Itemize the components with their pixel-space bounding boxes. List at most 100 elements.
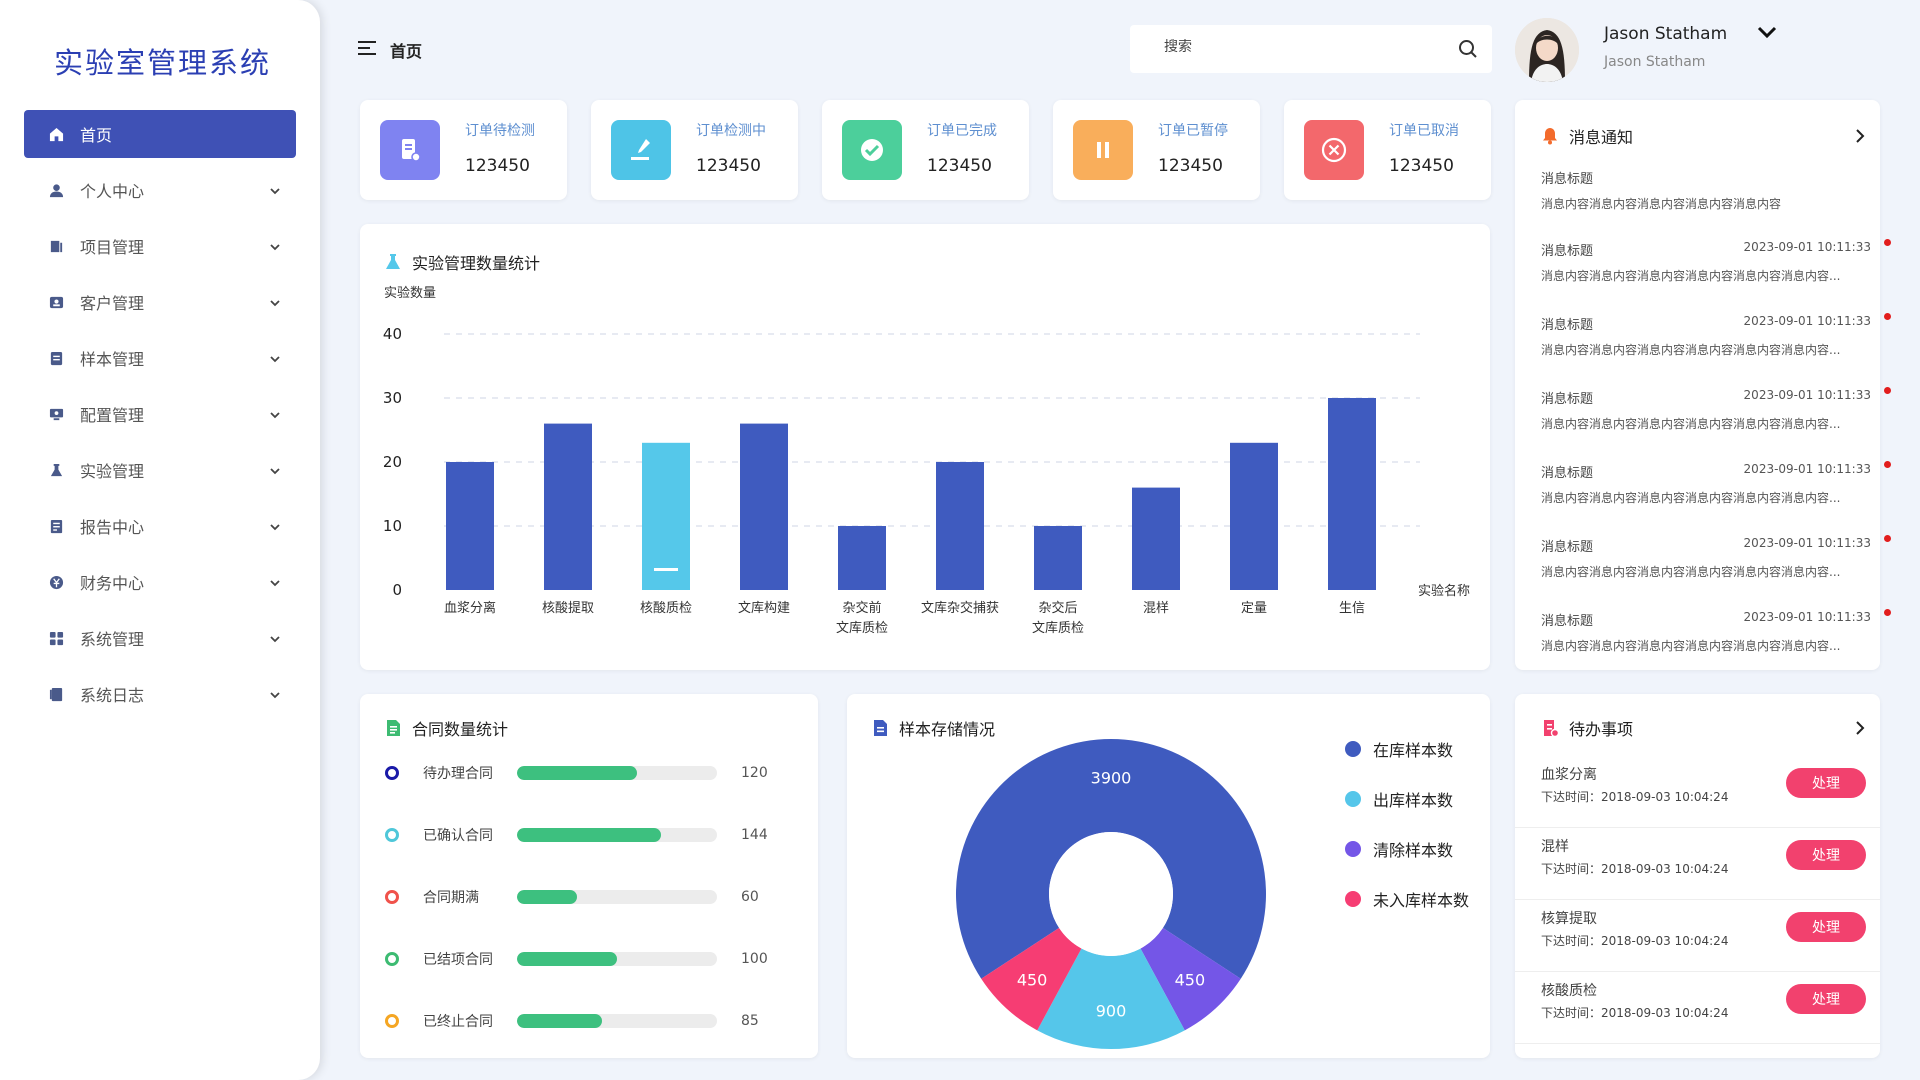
todo-item-title: 血浆分离: [1541, 767, 1597, 783]
sidebar-item-6[interactable]: 实验管理: [24, 446, 296, 494]
sidebar-item-label: 报告中心: [80, 518, 145, 537]
flask-icon: [48, 462, 64, 478]
avatar[interactable]: [1515, 18, 1579, 82]
message-item[interactable]: 消息标题 2023-09-01 10:11:33 消息内容消息内容消息内容消息内容消…: [1541, 387, 1891, 432]
sidebar-item-9[interactable]: 系统管理: [24, 614, 296, 662]
message-item[interactable]: 消息标题 2023-09-01 10:11:33 消息内容消息内容消息内容消息内容消…: [1541, 461, 1891, 506]
legend-item[interactable]: 在库样本数: [1345, 737, 1453, 761]
chevron-down-icon: [268, 687, 282, 701]
bar[interactable]: [740, 423, 788, 590]
status-ring-icon: [385, 890, 399, 904]
sidebar-item-0[interactable]: 首页: [24, 110, 296, 158]
message-body: 消息内容消息内容消息内容消息内容消息内容消息内容...: [1541, 639, 1841, 653]
sidebar-item-label: 财务中心: [80, 574, 145, 593]
message-body: 消息内容消息内容消息内容消息内容消息内容消息内容...: [1541, 565, 1841, 579]
bar[interactable]: [544, 423, 592, 590]
x-tick-label: 文库质检: [1032, 620, 1084, 636]
message-body: 消息内容消息内容消息内容消息内容消息内容消息内容...: [1541, 417, 1841, 431]
contract-label: 待办理合同: [423, 766, 493, 782]
bar[interactable]: [642, 442, 690, 590]
x-tick-label: 核酸提取: [542, 600, 594, 616]
stat-value: 123450: [1158, 156, 1223, 176]
chevron-right-icon[interactable]: [1855, 128, 1865, 144]
contract-progress-track: [517, 890, 717, 904]
todo-item-time: 下达时间：2018-09-03 10:04:24: [1541, 862, 1729, 876]
message-item[interactable]: 消息标题 2023-09-01 10:11:33 消息内容消息内容消息内容消息内容消…: [1541, 609, 1891, 654]
user-subtitle: Jason Statham: [1604, 54, 1706, 70]
chevron-right-icon[interactable]: [1855, 720, 1865, 736]
x-axis-label: 实验名称: [1418, 583, 1470, 599]
contract-progress-fill: [517, 890, 577, 904]
search-input[interactable]: [1164, 39, 1434, 55]
bar[interactable]: [1230, 442, 1278, 590]
sidebar-item-10[interactable]: 系统日志: [24, 670, 296, 718]
contracts-title-wrap: 合同数量统计: [384, 716, 508, 740]
message-body: 消息内容消息内容消息内容消息内容消息内容消息内容...: [1541, 491, 1841, 505]
process-button[interactable]: 处理: [1786, 768, 1866, 798]
messages-title: 消息通知: [1569, 128, 1634, 147]
sidebar-item-7[interactable]: 报告中心: [24, 502, 296, 550]
search-box: [1130, 25, 1492, 73]
check-icon: [842, 120, 902, 180]
stat-card[interactable]: 订单检测中 123450: [591, 100, 798, 200]
legend-dot: [1345, 791, 1361, 807]
process-button[interactable]: 处理: [1786, 912, 1866, 942]
legend-item[interactable]: 出库样本数: [1345, 787, 1453, 811]
stat-card[interactable]: 订单已暂停 123450: [1053, 100, 1260, 200]
message-item[interactable]: 消息标题 2023-09-01 10:11:33 消息内容消息内容消息内容消息内容消…: [1541, 239, 1891, 284]
bar[interactable]: [936, 462, 984, 590]
sidebar-item-8[interactable]: 财务中心: [24, 558, 296, 606]
sidebar-item-4[interactable]: 样本管理: [24, 334, 296, 382]
menu-icon[interactable]: [358, 40, 376, 56]
message-item[interactable]: 消息标题 消息内容消息内容消息内容消息内容消息内容: [1541, 168, 1871, 212]
sidebar-item-2[interactable]: 项目管理: [24, 222, 296, 270]
message-item[interactable]: 消息标题 2023-09-01 10:11:33 消息内容消息内容消息内容消息内容消…: [1541, 313, 1891, 358]
bar[interactable]: [1328, 398, 1376, 590]
config-icon: [48, 406, 64, 422]
message-time: 2023-09-01 10:11:33: [1743, 314, 1871, 328]
message-time: 2023-09-01 10:11:33: [1743, 240, 1871, 254]
message-body: 消息内容消息内容消息内容消息内容消息内容消息内容...: [1541, 269, 1841, 283]
sidebar-item-5[interactable]: 配置管理: [24, 390, 296, 438]
legend-item[interactable]: 清除样本数: [1345, 837, 1453, 861]
contracts-title: 合同数量统计: [412, 720, 509, 739]
x-tick-label: 血浆分离: [444, 600, 496, 616]
status-ring-icon: [385, 828, 399, 842]
user-name: Jason Statham: [1604, 24, 1728, 44]
chevron-down-icon[interactable]: [1757, 24, 1777, 40]
stat-card[interactable]: 订单待检测 123450: [360, 100, 567, 200]
x-tick-label: 杂交后: [1038, 600, 1077, 616]
contract-progress-fill: [517, 1014, 602, 1028]
stat-card[interactable]: 订单已取消 123450: [1284, 100, 1491, 200]
unread-dot: [1884, 313, 1891, 320]
stat-value: 123450: [696, 156, 761, 176]
bell-icon: [1543, 128, 1557, 145]
message-time: 2023-09-01 10:11:33: [1743, 462, 1871, 476]
stat-card[interactable]: 订单已完成 123450: [822, 100, 1029, 200]
contract-progress-track: [517, 1014, 717, 1028]
process-button[interactable]: 处理: [1786, 840, 1866, 870]
legend-item[interactable]: 未入库样本数: [1345, 887, 1469, 911]
legend-dot: [1345, 741, 1361, 757]
contract-progress-fill: [517, 766, 637, 780]
process-button[interactable]: 处理: [1786, 984, 1866, 1014]
contract-progress-track: [517, 828, 717, 842]
message-item[interactable]: 消息标题 2023-09-01 10:11:33 消息内容消息内容消息内容消息内容消…: [1541, 535, 1891, 580]
bar[interactable]: [1034, 526, 1082, 590]
x-tick-label: 定量: [1241, 601, 1267, 616]
chevron-down-icon: [268, 183, 282, 197]
slice-label: 900: [1096, 1002, 1127, 1021]
search-icon[interactable]: [1458, 39, 1478, 59]
sidebar-item-1[interactable]: 个人中心: [24, 166, 296, 214]
todo-item: 血浆分离 下达时间：2018-09-03 10:04:24 处理: [1515, 756, 1880, 828]
contract-label: 合同期满: [423, 890, 479, 906]
sidebar-item-label: 样本管理: [80, 350, 145, 369]
sidebar-item-label: 项目管理: [80, 238, 145, 257]
chevron-down-icon: [268, 239, 282, 253]
stat-value: 123450: [1389, 156, 1454, 176]
bar[interactable]: [1132, 487, 1180, 590]
bar[interactable]: [838, 526, 886, 590]
bar[interactable]: [446, 462, 494, 590]
sidebar-item-3[interactable]: 客户管理: [24, 278, 296, 326]
sidebar-nav: 首页个人中心项目管理客户管理样本管理配置管理实验管理报告中心财务中心系统管理系统…: [24, 110, 296, 726]
